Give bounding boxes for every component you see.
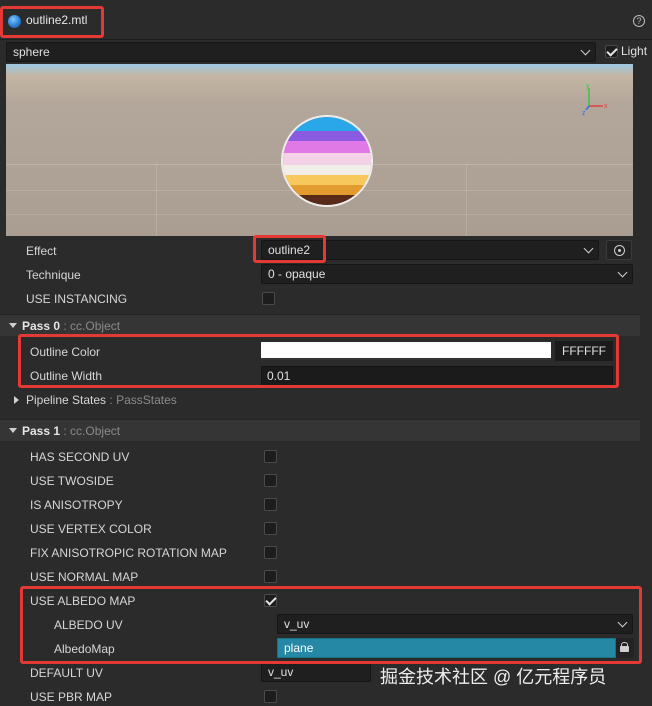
- albedo-uv-label: ALBEDO UV: [54, 618, 123, 632]
- flag-label: USE NORMAL MAP: [30, 570, 139, 584]
- use-pbr-map-label: USE PBR MAP: [30, 690, 113, 704]
- watermark-text: 掘金技术社区 @ 亿元程序员: [380, 667, 607, 687]
- asset-name: outline2.mtl: [26, 13, 88, 27]
- chevron-down-icon: [583, 243, 594, 254]
- chevron-down-icon: [9, 323, 17, 328]
- effect-label: Effect: [26, 244, 57, 258]
- albedo-map-asset-field[interactable]: plane: [277, 638, 616, 658]
- flag-label: HAS SECOND UV: [30, 450, 130, 464]
- fix-anisotropic-rotation-map-checkbox[interactable]: [264, 546, 277, 559]
- material-sphere-icon: [8, 15, 21, 28]
- material-preview-viewport[interactable]: y x z: [6, 64, 633, 236]
- outline-width-input[interactable]: 0.01: [261, 366, 613, 386]
- chevron-right-icon[interactable]: [14, 396, 19, 404]
- chevron-down-icon: [580, 45, 591, 56]
- grid-line: [156, 164, 157, 236]
- title-bar: outline2.mtl ?: [0, 0, 652, 40]
- flag-label: USE TWOSIDE: [30, 474, 114, 488]
- pass1-type: : cc.Object: [63, 424, 121, 438]
- light-label: Light: [621, 44, 648, 58]
- default-uv-select[interactable]: v_uv: [261, 662, 371, 682]
- albedo-uv-value: v_uv: [284, 617, 310, 631]
- axis-x-label: x: [604, 103, 608, 110]
- is-anisotropy-checkbox[interactable]: [264, 498, 277, 511]
- technique-label: Technique: [26, 268, 81, 282]
- use-albedo-map-checkbox[interactable]: [264, 594, 277, 607]
- use-pbr-map-checkbox[interactable]: [264, 690, 277, 703]
- technique-value: 0 - opaque: [268, 267, 326, 281]
- preview-mesh-value: sphere: [13, 45, 50, 59]
- pipeline-states-label: Pipeline States: [26, 393, 107, 407]
- axis-gizmo: y x z: [582, 83, 608, 116]
- outline-width-label: Outline Width: [30, 369, 103, 383]
- pass0-type: : cc.Object: [63, 319, 121, 333]
- default-uv-label: DEFAULT UV: [30, 666, 103, 680]
- material-inspector: [0, 236, 652, 706]
- technique-select[interactable]: 0 - opaque: [261, 264, 633, 284]
- pipeline-states-type: : PassStates: [109, 393, 177, 407]
- default-uv-value: v_uv: [268, 665, 294, 679]
- effect-select[interactable]: outline2: [261, 240, 599, 260]
- use-twoside-checkbox[interactable]: [264, 474, 277, 487]
- grid-line: [466, 164, 467, 236]
- axis-z-label: z: [582, 110, 586, 116]
- flag-label: IS ANISOTROPY: [30, 498, 123, 512]
- grid-line: [6, 214, 633, 215]
- help-icon[interactable]: ?: [633, 15, 645, 27]
- preview-mesh-select[interactable]: sphere: [6, 42, 596, 62]
- light-checkbox[interactable]: [605, 45, 618, 58]
- pass1-header[interactable]: Pass 1 : cc.Object: [0, 419, 640, 441]
- preview-toolbar: sphere Light: [0, 40, 652, 64]
- effect-value: outline2: [268, 243, 311, 257]
- outline-color-label: Outline Color: [30, 345, 101, 359]
- albedo-map-label: AlbedoMap: [54, 642, 115, 656]
- flag-label: USE VERTEX COLOR: [30, 522, 152, 536]
- albedo-uv-select[interactable]: v_uv: [277, 614, 633, 634]
- pipeline-states-row[interactable]: Pipeline States : PassStates: [26, 393, 177, 407]
- chevron-down-icon: [617, 267, 628, 278]
- lock-icon[interactable]: [616, 638, 634, 658]
- use-normal-map-checkbox[interactable]: [264, 570, 277, 583]
- pass1-name: Pass 1: [22, 424, 61, 438]
- locate-asset-button[interactable]: [606, 240, 632, 260]
- use-instancing-checkbox[interactable]: [262, 292, 275, 305]
- has-second-uv-checkbox[interactable]: [264, 450, 277, 463]
- use-vertex-color-checkbox[interactable]: [264, 522, 277, 535]
- preview-sphere: [282, 116, 372, 206]
- chevron-down-icon: [617, 617, 628, 628]
- outline-color-swatch[interactable]: [261, 342, 551, 360]
- axis-y-label: y: [586, 83, 590, 90]
- use-instancing-label: USE INSTANCING: [26, 292, 128, 306]
- pass0-header[interactable]: Pass 0 : cc.Object: [0, 314, 640, 336]
- outline-color-hex-field[interactable]: FFFFFF: [555, 341, 613, 361]
- pass0-name: Pass 0: [22, 319, 61, 333]
- flag-label: USE ALBEDO MAP: [30, 594, 136, 608]
- flag-label: FIX ANISOTROPIC ROTATION MAP: [30, 546, 227, 560]
- chevron-down-icon: [9, 428, 17, 433]
